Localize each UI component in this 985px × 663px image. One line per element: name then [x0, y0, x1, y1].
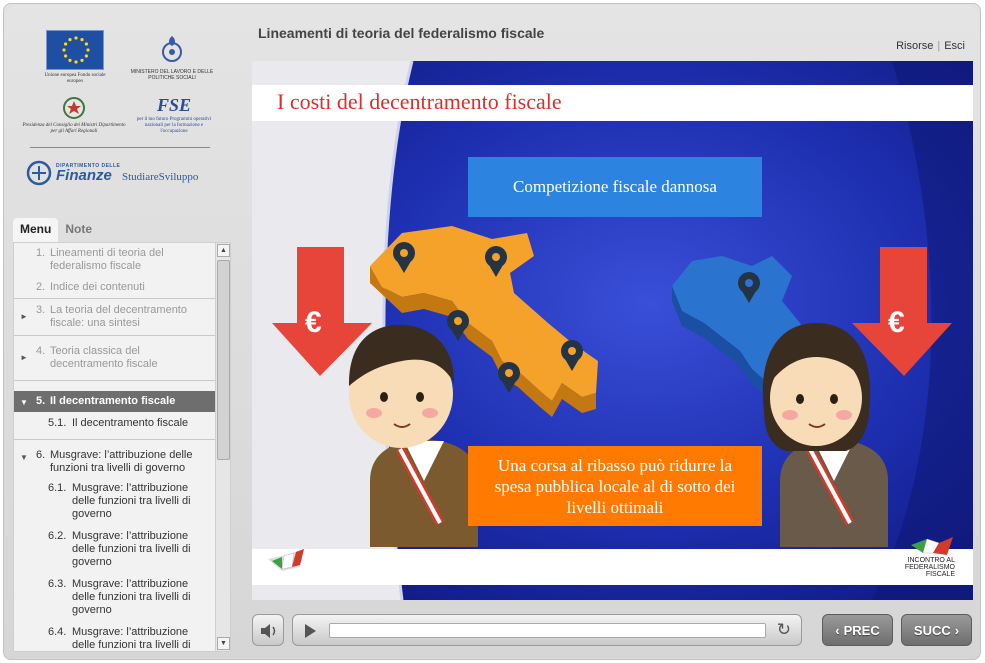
eu-flag-icon [46, 30, 104, 70]
top-links: Risorse | Esci [896, 40, 965, 52]
fse-mark: FSE [156, 95, 192, 115]
play-icon[interactable] [305, 624, 316, 638]
expand-arrow-icon[interactable]: ► [20, 310, 28, 323]
menu-item-label: Lineamenti di teoria del federalismo fis… [50, 247, 164, 272]
collapse-arrow-icon[interactable]: ▼ [20, 451, 28, 464]
ministry-logo: MINISTERO DEL LAVORO E DELLE POLITICHE S… [130, 33, 214, 81]
menu-item-label: Musgrave: l’attribuzione delle funzioni … [50, 449, 193, 474]
federalismo-logo-mark [911, 537, 953, 555]
submenu-item-number: 6.2. [48, 530, 67, 542]
tab-note[interactable]: Note [58, 218, 99, 242]
submenu-item[interactable]: 6.1. Musgrave: l’attribuzione delle funz… [14, 479, 216, 524]
menu-list: 1. Lineamenti di teoria del federalismo … [14, 243, 216, 651]
submenu-item-number: 6.1. [48, 482, 67, 494]
fse-caption: per il tuo futuro Programmi operativi na… [136, 117, 212, 134]
submenu-item-number: 6.4. [48, 626, 67, 638]
submenu-item-label: Musgrave: l’attribuzione delle funzioni … [72, 626, 191, 651]
menu-item-label: Teoria classica del decentramento fiscal… [50, 345, 158, 370]
menu-item-number: 3. [36, 304, 46, 316]
eu-logo: Unione europea Fondo sociale europeo [40, 30, 110, 85]
callout-orange: Una corsa al ribasso può ridurre la spes… [468, 446, 762, 526]
resources-link[interactable]: Risorse [896, 40, 933, 52]
submenu-item[interactable]: 6.3. Musgrave: l’attribuzione delle funz… [14, 572, 216, 620]
slide-stage: € € I costi del decentramento fiscale Co… [252, 61, 973, 600]
prev-button-content: ‹ PREC [823, 615, 892, 645]
link-separator: | [937, 40, 941, 52]
finanze-wordmark: DIPARTIMENTO DELLE Finanze [56, 163, 120, 183]
menu-item-label: Il decentramento fiscale [50, 395, 176, 407]
menu-item-number: 2. [36, 281, 46, 293]
submenu-item[interactable]: 6.4. Musgrave: l’attribuzione delle funz… [14, 620, 216, 651]
menu-item-number: 1. [36, 247, 46, 259]
slide-title: I costi del decentramento fiscale [277, 89, 562, 114]
slide-title-band: I costi del decentramento fiscale [252, 85, 973, 121]
prev-label: PREC [843, 622, 880, 638]
chevron-right-icon: › [954, 622, 960, 638]
footer-flag-logo [268, 549, 304, 571]
menu-panel: 1. Lineamenti di teoria del federalismo … [13, 242, 231, 652]
chevron-left-icon: ‹ [835, 622, 840, 638]
slide-footer: INCONTRO AL FEDERALISMO FISCALE [252, 537, 973, 585]
scroll-thumb[interactable] [217, 260, 230, 460]
menu-item[interactable]: ► 3. La teoria del decentramento fiscale… [14, 299, 216, 336]
callout-blue: Competizione fiscale dannosa [468, 157, 762, 217]
scroll-down-icon[interactable]: ▼ [217, 637, 230, 650]
euro-symbol-left: € [305, 306, 322, 339]
sidebar-tabs: Menu Note [13, 218, 99, 242]
eu-caption: Unione europea Fondo sociale europeo [44, 73, 106, 84]
next-button-content: SUCC › [902, 615, 971, 645]
italy-emblem-icon [63, 97, 85, 119]
submenu-item[interactable]: 5.1. Il decentramento fiscale [14, 412, 216, 440]
menu-item-label: Indice dei contenuti [50, 281, 145, 293]
seek-control: ↻ [292, 614, 802, 646]
submenu-item-label: Il decentramento fiscale [72, 417, 189, 429]
tab-menu[interactable]: Menu [13, 218, 59, 242]
presidency-logo: Presidenza del Consiglio dei Ministri Di… [22, 95, 126, 135]
partner-logos: Unione europea Fondo sociale europeo MIN… [22, 25, 217, 205]
scroll-up-icon[interactable]: ▲ [217, 244, 230, 257]
speaker-icon [261, 624, 276, 638]
menu-item[interactable]: 1. Lineamenti di teoria del federalismo … [14, 243, 216, 277]
footer-logo-text: INCONTRO AL FEDERALISMO FISCALE [904, 557, 955, 578]
submenu-item-label: Musgrave: l’attribuzione delle funzioni … [72, 578, 191, 616]
replay-icon[interactable]: ↻ [777, 620, 791, 640]
menu-item-number: 4. [36, 345, 46, 357]
progress-bar[interactable] [329, 623, 766, 638]
euro-symbol-right: € [888, 306, 905, 339]
menu-item[interactable]: ▼ 6. Musgrave: l’attribuzione delle funz… [14, 445, 216, 479]
finanze-main-text: Finanze [56, 167, 112, 184]
fse-logo: FSE per il tuo futuro Programmi operativ… [132, 95, 216, 135]
menu-item-number: 6. [36, 449, 46, 461]
logo-divider [30, 147, 210, 148]
prev-button[interactable]: ‹ PREC [822, 614, 893, 646]
exit-link[interactable]: Esci [944, 40, 965, 52]
studiare-sviluppo-logo: StudiareSviluppo [122, 171, 199, 183]
submenu-item[interactable]: 6.2. Musgrave: l’attribuzione delle funz… [14, 524, 216, 572]
course-title: Lineamenti di teoria del federalismo fis… [258, 25, 545, 41]
finanze-logo: DIPARTIMENTO DELLE Finanze [26, 160, 120, 186]
menu-item[interactable]: ► 4. Teoria classica del decentramento f… [14, 336, 216, 381]
menu-item[interactable]: 2. Indice dei contenuti [14, 277, 216, 299]
next-button[interactable]: SUCC › [901, 614, 972, 646]
submenu-item-number: 5.1. [48, 417, 67, 429]
submenu-item-label: Musgrave: l’attribuzione delle funzioni … [72, 482, 191, 520]
submenu-item-label: Musgrave: l’attribuzione delle funzioni … [72, 530, 191, 568]
menu-item-number: 5. [36, 395, 46, 407]
submenu-item-number: 6.3. [48, 578, 67, 590]
menu-scrollbar[interactable]: ▲ ▼ [215, 243, 230, 651]
presidency-caption: Presidenza del Consiglio dei Ministri Di… [22, 123, 126, 134]
ministry-emblem-icon [162, 36, 182, 62]
finanze-emblem-icon [26, 160, 52, 186]
menu-item-active[interactable]: ▼ 5. Il decentramento fiscale [14, 391, 216, 412]
audio-button[interactable] [252, 614, 284, 646]
next-label: SUCC [913, 622, 951, 638]
expand-arrow-icon[interactable]: ► [20, 351, 28, 364]
ministry-caption: MINISTERO DEL LAVORO E DELLE POLITICHE S… [130, 69, 214, 81]
collapse-arrow-icon[interactable]: ▼ [20, 396, 28, 409]
menu-item-label: La teoria del decentramento fiscale: una… [50, 304, 187, 329]
